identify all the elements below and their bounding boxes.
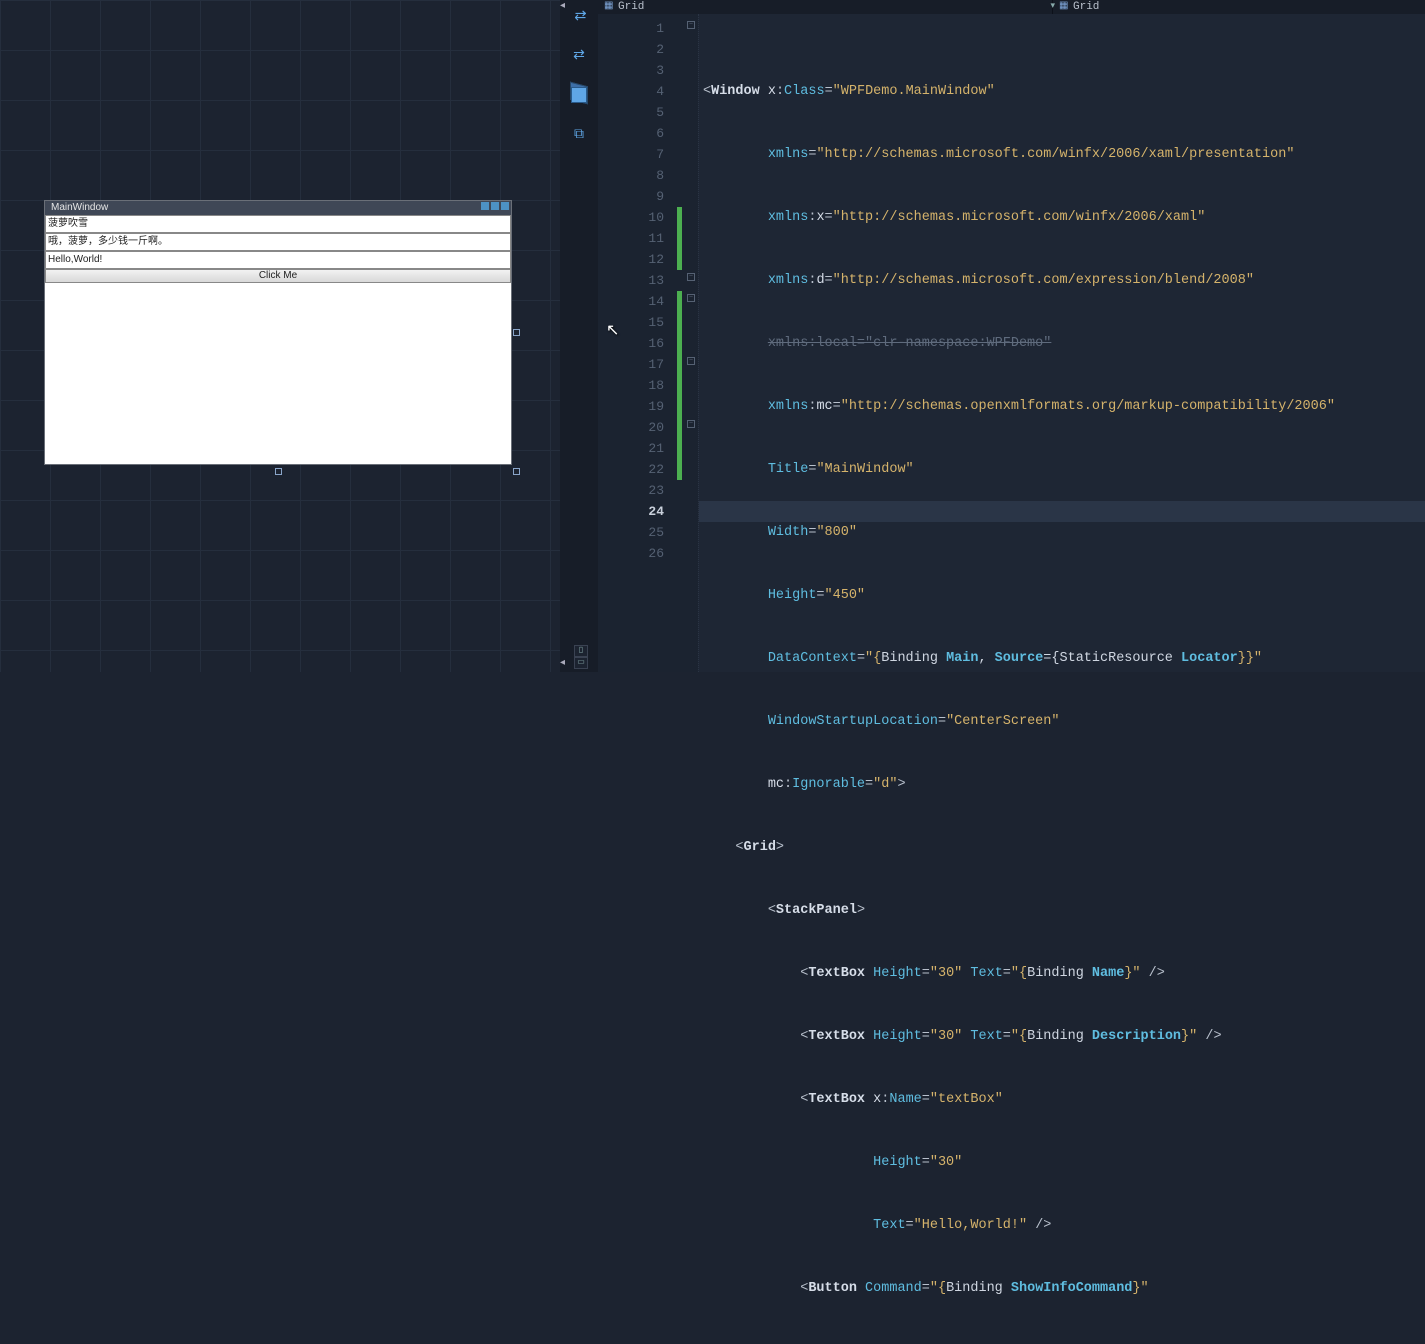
- splitter-toolbar: ◂ ⇅ ⇄ ⧉ ◂ ▯ ▭: [560, 0, 598, 672]
- fold-icon[interactable]: −: [687, 420, 695, 428]
- window-control-buttons: [481, 202, 509, 210]
- grid-icon: ▦: [1059, 2, 1069, 12]
- designer-button[interactable]: Click Me: [45, 269, 511, 283]
- selection-handle-corner[interactable]: [513, 468, 520, 475]
- fold-icon[interactable]: −: [687, 273, 695, 281]
- line-number-gutter: 1234567891011121314151617181920212223242…: [598, 14, 676, 672]
- designer-textbox-3[interactable]: Hello,World!: [45, 251, 511, 269]
- designer-textbox-1[interactable]: 菠萝吹雪: [45, 215, 511, 233]
- code-editor[interactable]: 1234567891011121314151617181920212223242…: [598, 14, 1425, 672]
- view-toggle[interactable]: ▯ ▭: [574, 645, 588, 669]
- selection-handle-right[interactable]: [513, 329, 520, 336]
- selection-handle-bottom[interactable]: [275, 468, 282, 475]
- designer-panel[interactable]: MainWindow 菠萝吹雪 哦，菠萝，多少钱一斤啊。 Hello,World…: [0, 0, 560, 672]
- breadcrumb-right[interactable]: ▦ Grid: [1053, 0, 1425, 14]
- window-title: MainWindow: [51, 202, 108, 213]
- grid-icon: ▦: [604, 2, 614, 12]
- modification-bar: [676, 14, 684, 672]
- outline-bar[interactable]: − − − − −: [684, 14, 698, 672]
- designer-window-preview[interactable]: MainWindow 菠萝吹雪 哦，菠萝，多少钱一斤啊。 Hello,World…: [44, 200, 512, 465]
- breadcrumb-right-label: Grid: [1073, 1, 1099, 13]
- sync-views-icon[interactable]: ⇄: [568, 44, 590, 66]
- collapse-arrow-icon[interactable]: ◂: [560, 0, 570, 10]
- popout-icon[interactable]: ⧉: [568, 124, 590, 146]
- dropdown-icon[interactable]: ▾: [1050, 1, 1055, 11]
- designer-textbox-2[interactable]: 哦，菠萝，多少钱一斤啊。: [45, 233, 511, 251]
- fold-icon[interactable]: −: [687, 294, 695, 302]
- designer-view-icon[interactable]: [571, 87, 587, 103]
- code-area[interactable]: <Window x:Class="WPFDemo.MainWindow" xml…: [698, 14, 1425, 672]
- breadcrumb-bar: ▦ Grid ▾ ▦ Grid: [598, 0, 1425, 14]
- vertical-split-icon[interactable]: ▭: [574, 657, 588, 669]
- breadcrumb-left[interactable]: ▦ Grid: [598, 0, 1053, 14]
- breadcrumb-left-label: Grid: [618, 1, 644, 13]
- fold-icon[interactable]: −: [687, 357, 695, 365]
- fold-icon[interactable]: −: [687, 21, 695, 29]
- swap-panes-icon[interactable]: ⇅: [568, 4, 590, 26]
- collapse-arrow-bottom-icon[interactable]: ◂: [560, 657, 565, 669]
- current-line-highlight: [699, 501, 1425, 522]
- horizontal-split-icon[interactable]: ▯: [574, 645, 588, 657]
- window-content: 菠萝吹雪 哦，菠萝，多少钱一斤啊。 Hello,World! Click Me: [45, 215, 511, 464]
- window-titlebar: MainWindow: [45, 201, 511, 215]
